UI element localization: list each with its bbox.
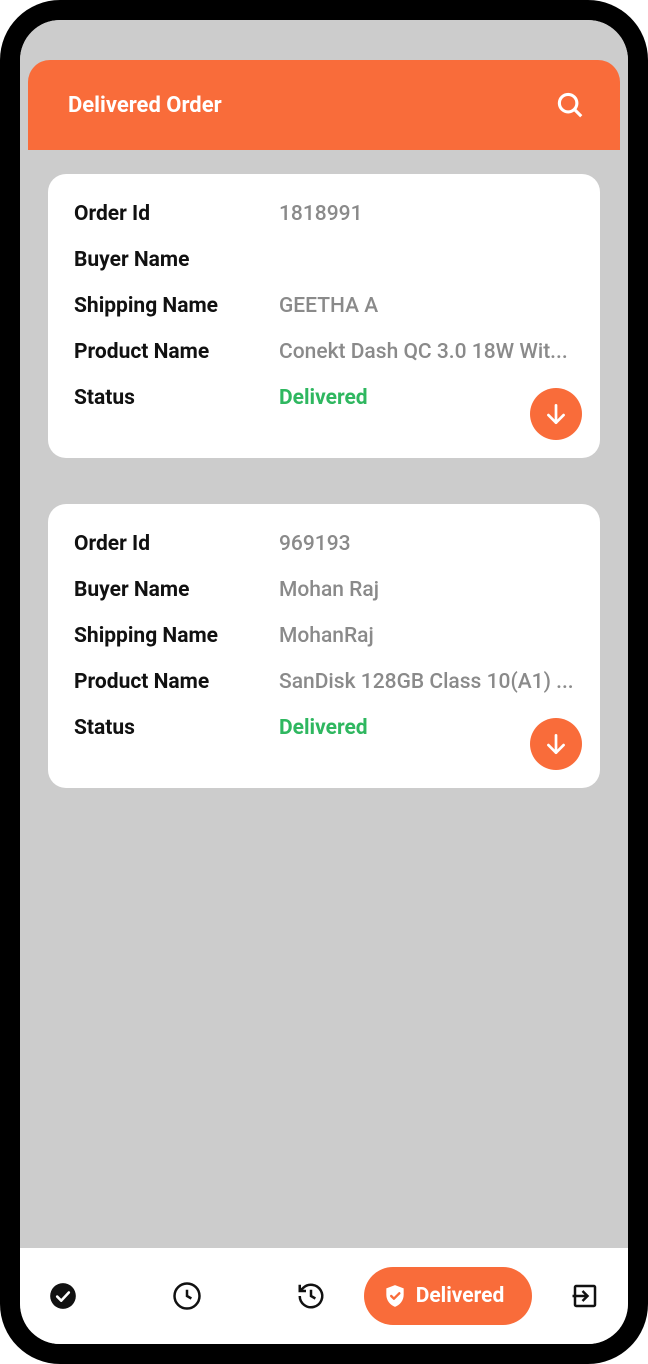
nav-delivered-active[interactable]: Delivered: [364, 1267, 533, 1325]
label-buyer-name: Buyer Name: [74, 248, 279, 272]
arrow-down-icon: [543, 401, 569, 427]
order-card: Order Id 1818991 Buyer Name Shipping Nam…: [48, 174, 600, 458]
expand-button[interactable]: [530, 718, 582, 770]
nav-logout[interactable]: [568, 1279, 602, 1313]
arrow-down-icon: [543, 731, 569, 757]
exit-icon: [570, 1281, 600, 1311]
value-shipping-name: GEETHA A: [279, 294, 574, 318]
status-bar: [20, 20, 628, 60]
search-icon: [555, 90, 585, 120]
history-icon: [296, 1281, 326, 1311]
value-shipping-name: MohanRaj: [279, 624, 574, 648]
row-buyer-name: Buyer Name: [74, 248, 574, 272]
expand-button[interactable]: [530, 388, 582, 440]
label-status: Status: [74, 716, 279, 740]
clock-icon: [172, 1281, 202, 1311]
row-product-name: Product Name SanDisk 128GB Class 10(A1) …: [74, 670, 574, 694]
row-order-id: Order Id 969193: [74, 532, 574, 556]
row-order-id: Order Id 1818991: [74, 202, 574, 226]
shield-check-icon: [382, 1283, 408, 1309]
bottom-nav: Delivered: [20, 1248, 628, 1344]
label-order-id: Order Id: [74, 202, 279, 226]
nav-delivered-label: Delivered: [416, 1284, 505, 1308]
nav-confirmed[interactable]: [46, 1279, 80, 1313]
value-product-name: SanDisk 128GB Class 10(A1) ...: [279, 670, 574, 694]
check-circle-icon: [49, 1282, 77, 1310]
order-list[interactable]: Order Id 1818991 Buyer Name Shipping Nam…: [28, 150, 620, 1344]
label-product-name: Product Name: [74, 670, 279, 694]
label-product-name: Product Name: [74, 340, 279, 364]
order-card: Order Id 969193 Buyer Name Mohan Raj Shi…: [48, 504, 600, 788]
row-status: Status Delivered: [74, 386, 574, 410]
nav-pending[interactable]: [170, 1279, 204, 1313]
label-shipping-name: Shipping Name: [74, 624, 279, 648]
search-button[interactable]: [552, 87, 588, 123]
value-order-id: 969193: [279, 532, 574, 556]
row-status: Status Delivered: [74, 716, 574, 740]
value-status: Delivered: [279, 716, 368, 740]
value-buyer-name: Mohan Raj: [279, 578, 574, 602]
nav-history[interactable]: [294, 1279, 328, 1313]
label-status: Status: [74, 386, 279, 410]
value-order-id: 1818991: [279, 202, 574, 226]
row-product-name: Product Name Conekt Dash QC 3.0 18W Wit.…: [74, 340, 574, 364]
row-shipping-name: Shipping Name GEETHA A: [74, 294, 574, 318]
label-shipping-name: Shipping Name: [74, 294, 279, 318]
label-buyer-name: Buyer Name: [74, 578, 279, 602]
screen: Delivered Order Order Id 1818991 Buyer N…: [20, 20, 628, 1344]
row-shipping-name: Shipping Name MohanRaj: [74, 624, 574, 648]
phone-frame: Delivered Order Order Id 1818991 Buyer N…: [0, 0, 648, 1364]
page-title: Delivered Order: [68, 93, 222, 118]
row-buyer-name: Buyer Name Mohan Raj: [74, 578, 574, 602]
value-product-name: Conekt Dash QC 3.0 18W Wit...: [279, 340, 574, 364]
value-status: Delivered: [279, 386, 368, 410]
app-bar: Delivered Order: [28, 60, 620, 150]
label-order-id: Order Id: [74, 532, 279, 556]
